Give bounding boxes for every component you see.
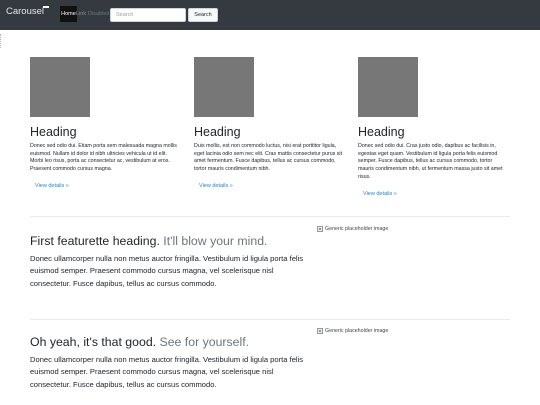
featurette-2: Oh yeah, it's that good. See for yoursel… <box>30 334 312 391</box>
featurette-heading-text: Oh yeah, it's that good. <box>30 335 157 349</box>
column-heading: Heading <box>194 125 241 139</box>
view-details-button[interactable]: View details » <box>30 180 74 192</box>
column-heading: Heading <box>30 125 77 139</box>
navbar: Carousel Home Link Disabled Search <box>0 0 540 30</box>
column-3: Heading Donec sed odio dui. Cras justo o… <box>358 57 508 200</box>
featurette-heading: Oh yeah, it's that good. See for yoursel… <box>30 334 312 350</box>
column-thumbnail <box>358 57 418 117</box>
nav-link-home[interactable]: Home <box>60 6 77 22</box>
column-thumbnail <box>30 57 90 117</box>
column-text: Donec sed odio dui. Etiam porta sem male… <box>30 143 177 173</box>
featurette-image: Generic placeholder image <box>317 226 388 232</box>
nav-link-disabled: Disabled <box>88 11 110 17</box>
search-input[interactable] <box>110 8 186 22</box>
image-alt-text: Generic placeholder image <box>325 328 389 334</box>
broken-image-icon <box>317 226 323 232</box>
column-text: Donec sed odio dui. Cras justo odio, dap… <box>358 143 503 180</box>
nav-link-link[interactable]: Link <box>76 11 86 17</box>
search-button[interactable]: Search <box>188 8 218 22</box>
image-alt-text: Generic placeholder image <box>325 226 389 232</box>
navbar-toggler-icon[interactable] <box>43 6 49 8</box>
featurette-heading-muted: It'll blow your mind. <box>163 234 268 248</box>
featurette-lead: Donec ullamcorper nulla non metus auctor… <box>30 254 304 288</box>
view-details-button[interactable]: View details » <box>194 180 238 192</box>
scroll-edge-marker <box>0 34 3 48</box>
navbar-brand[interactable]: Carousel <box>6 6 44 17</box>
featurette-divider <box>30 319 510 320</box>
featurette-heading: First featurette heading. It'll blow you… <box>30 233 312 249</box>
column-2: Heading Duis mollis, est non commodo luc… <box>194 57 344 192</box>
featurette-image: Generic placeholder image <box>317 328 388 334</box>
featurette-1: First featurette heading. It'll blow you… <box>30 233 312 290</box>
featurette-lead: Donec ullamcorper nulla non metus auctor… <box>30 355 304 389</box>
column-heading: Heading <box>358 125 405 139</box>
column-1: Heading Donec sed odio dui. Etiam porta … <box>30 57 180 192</box>
column-thumbnail <box>194 57 254 117</box>
broken-image-icon <box>317 328 323 334</box>
column-text: Duis mollis, est non commodo luctus, nis… <box>194 143 343 173</box>
view-details-button[interactable]: View details » <box>358 188 402 200</box>
featurette-heading-text: First featurette heading. <box>30 234 160 248</box>
featurette-heading-muted: See for yourself. <box>159 335 250 349</box>
featurette-divider <box>30 216 510 217</box>
